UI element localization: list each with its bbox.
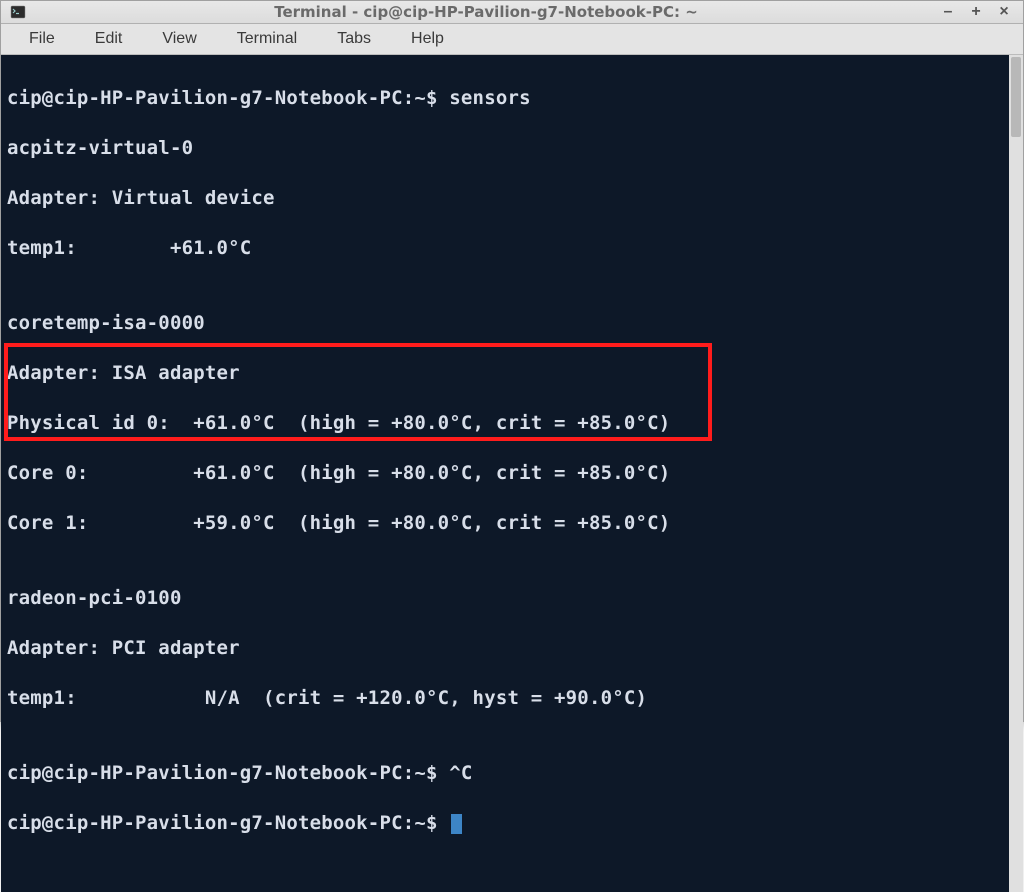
menu-tabs[interactable]: Tabs [317,24,391,54]
terminal-line: temp1: N/A (crit = +120.0°C, hyst = +90.… [7,686,1003,711]
window-title: Terminal - cip@cip-HP-Pavilion-g7-Notebo… [35,3,937,21]
maximize-button[interactable]: + [965,1,987,23]
titlebar[interactable]: Terminal - cip@cip-HP-Pavilion-g7-Notebo… [1,1,1023,24]
terminal-line: Core 0: +61.0°C (high = +80.0°C, crit = … [7,461,1003,486]
menu-terminal[interactable]: Terminal [217,24,317,54]
scrollbar[interactable] [1009,55,1023,892]
menu-help[interactable]: Help [391,24,464,54]
terminal-prompt: cip@cip-HP-Pavilion-g7-Notebook-PC:~$ [7,812,449,834]
terminal-line: acpitz-virtual-0 [7,136,1003,161]
terminal-line: temp1: +61.0°C [7,236,1003,261]
scrollbar-thumb[interactable] [1011,57,1021,137]
terminal-line: Core 1: +59.0°C (high = +80.0°C, crit = … [7,511,1003,536]
cursor-icon [451,814,462,834]
minimize-button[interactable]: – [937,1,959,23]
terminal-icon [9,3,27,21]
terminal-line: cip@cip-HP-Pavilion-g7-Notebook-PC:~$ ^C [7,761,1003,786]
terminal-output[interactable]: cip@cip-HP-Pavilion-g7-Notebook-PC:~$ se… [1,55,1009,892]
terminal-prompt-line: cip@cip-HP-Pavilion-g7-Notebook-PC:~$ [7,811,1003,836]
terminal-line: Adapter: ISA adapter [7,361,1003,386]
close-button[interactable]: × [993,1,1015,23]
terminal-container: cip@cip-HP-Pavilion-g7-Notebook-PC:~$ se… [1,55,1023,892]
menubar: File Edit View Terminal Tabs Help [1,24,1023,55]
terminal-line: radeon-pci-0100 [7,586,1003,611]
terminal-line: coretemp-isa-0000 [7,311,1003,336]
terminal-line: cip@cip-HP-Pavilion-g7-Notebook-PC:~$ se… [7,86,1003,111]
terminal-window: Terminal - cip@cip-HP-Pavilion-g7-Notebo… [0,0,1024,722]
terminal-line: Adapter: PCI adapter [7,636,1003,661]
window-controls: – + × [937,1,1015,23]
menu-view[interactable]: View [142,24,216,54]
menu-file[interactable]: File [9,24,75,54]
terminal-line: Adapter: Virtual device [7,186,1003,211]
menu-edit[interactable]: Edit [75,24,143,54]
terminal-line: Physical id 0: +61.0°C (high = +80.0°C, … [7,411,1003,436]
